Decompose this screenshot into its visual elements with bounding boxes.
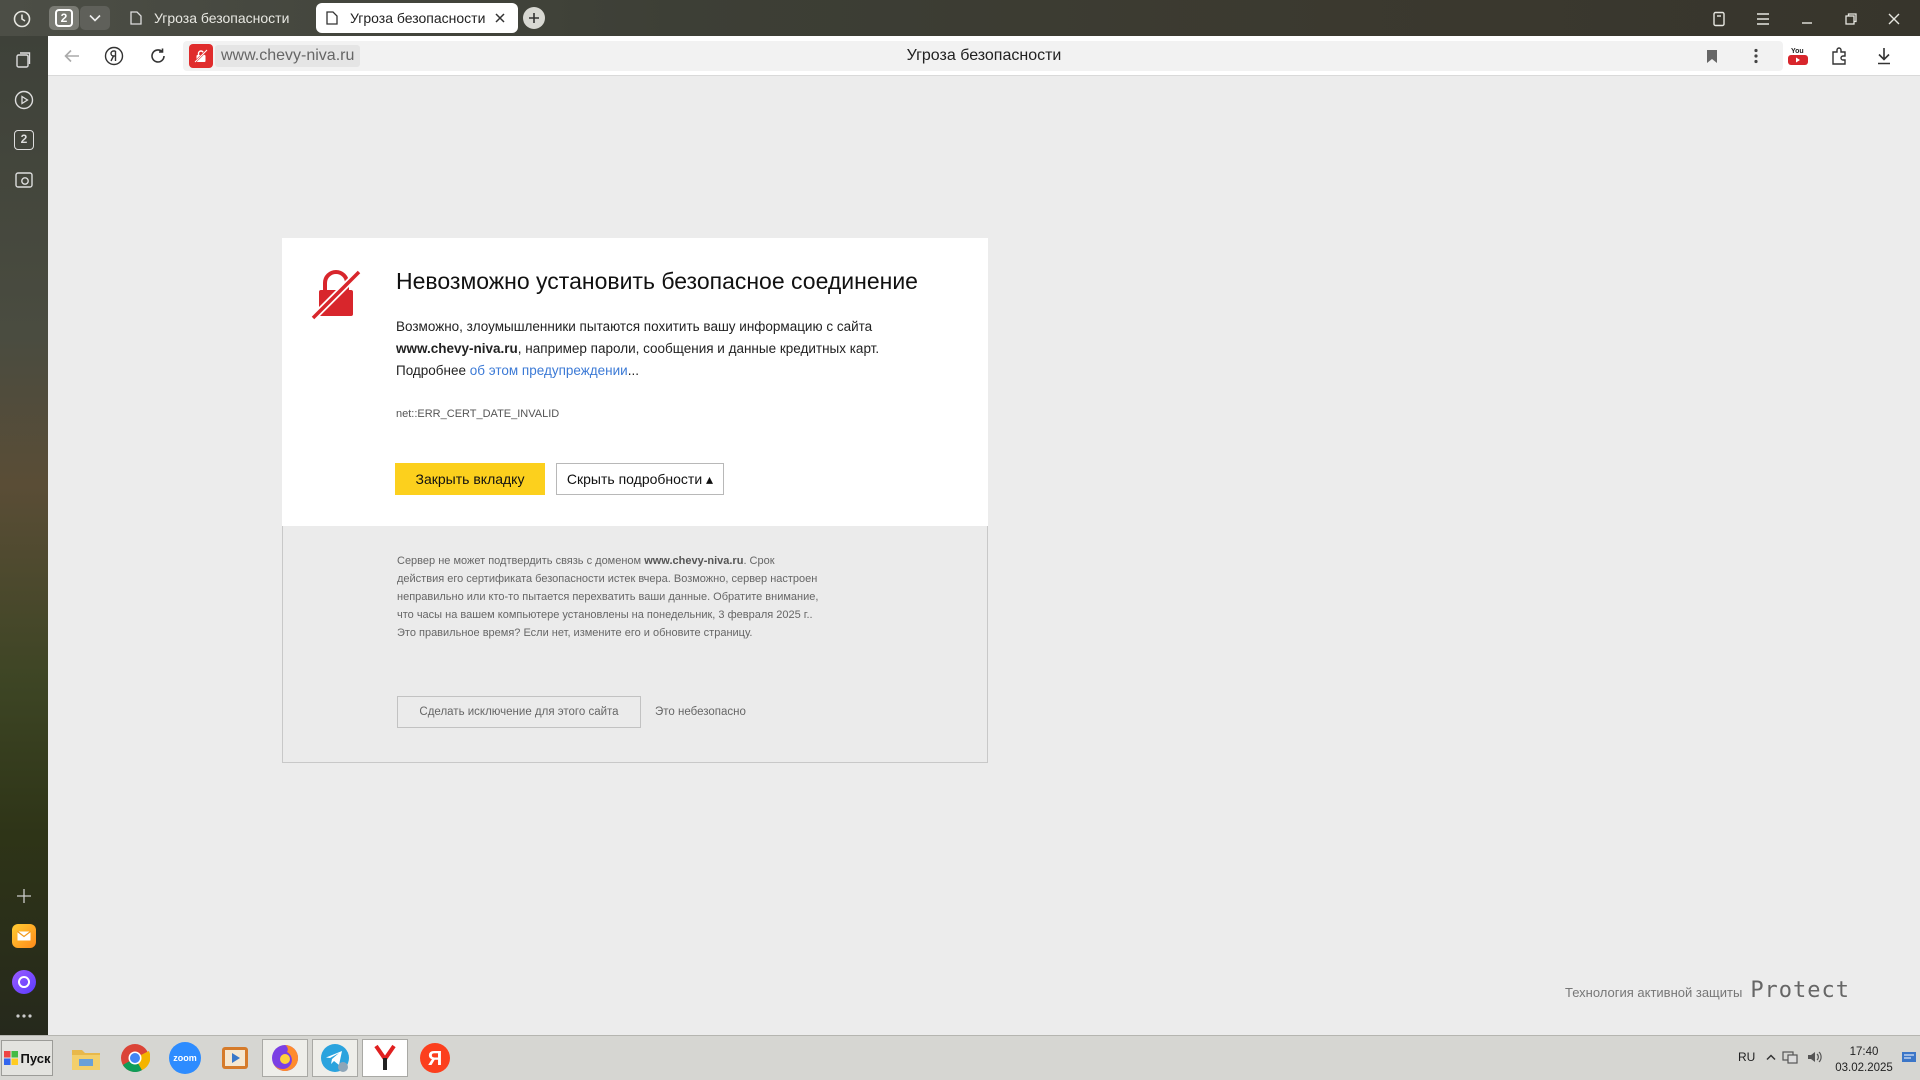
tab-count: 2 [55, 9, 73, 27]
warning-description: Возможно, злоумышленники пытаются похити… [396, 316, 956, 382]
chevron-down-icon [89, 14, 101, 22]
protect-footer: Технология активной защиты Protect [1565, 978, 1850, 1003]
page-icon [130, 11, 142, 25]
omnibox[interactable] [183, 41, 1783, 71]
protect-text: Технология активной защиты [1565, 985, 1743, 1000]
sidebar: 2 [0, 36, 48, 1035]
new-tab-button[interactable] [523, 7, 545, 29]
svg-text:You: You [1791, 48, 1804, 55]
telegram-icon[interactable] [312, 1039, 358, 1077]
windows-logo-icon [3, 1051, 18, 1065]
yandex-browser-icon[interactable] [362, 1039, 408, 1077]
back-icon[interactable] [60, 44, 84, 68]
close-window-icon[interactable] [1883, 8, 1905, 30]
zoom-label: zoom [169, 1042, 201, 1074]
extensions-icon[interactable] [1828, 44, 1852, 68]
tab-label: Угроза безопасности [350, 10, 486, 26]
history-icon[interactable] [11, 8, 33, 30]
menu-icon[interactable] [1752, 8, 1774, 30]
close-tab-button[interactable]: Закрыть вкладку [395, 463, 545, 495]
yandex-icon[interactable]: Я [412, 1039, 458, 1077]
unsafe-note: Это небезопасно [655, 706, 746, 718]
error-code: net::ERR_CERT_DATE_INVALID [396, 408, 560, 420]
start-button[interactable]: Пуск [1, 1040, 53, 1076]
more-suffix: ... [627, 363, 639, 378]
mail-icon[interactable] [12, 924, 36, 948]
collections-icon[interactable] [1708, 8, 1730, 30]
tab-count-button[interactable]: 2 [49, 6, 79, 30]
close-tab-icon[interactable] [492, 10, 508, 26]
tray-expand-icon[interactable] [1764, 1049, 1778, 1065]
details-domain: www.chevy-niva.ru [644, 555, 744, 567]
protect-logo: Protect [1750, 978, 1851, 1003]
broken-lock-icon [311, 268, 363, 320]
clock[interactable]: 17:40 03.02.2025 [1833, 1044, 1895, 1076]
learn-more-link[interactable]: об этом предупреждении [470, 363, 628, 378]
svg-text:Я: Я [428, 1048, 442, 1070]
taskbar: Пуск zoom Я RU 17:40 03.02.2025 [0, 1035, 1920, 1080]
url-text[interactable]: www.chevy-niva.ru [215, 45, 361, 67]
add-panel-icon[interactable] [12, 884, 36, 908]
details-text: Сервер не может подтвердить связь с доме… [397, 552, 822, 642]
tab-bar: 2 Угроза безопасности Угроза безопасност… [0, 0, 1920, 36]
yandex-home-icon[interactable] [102, 44, 126, 68]
tab-inactive[interactable]: Угроза безопасности [120, 3, 310, 33]
plus-icon [529, 13, 539, 23]
alice-icon[interactable] [12, 970, 36, 994]
page-icon [326, 11, 338, 25]
notification-icon[interactable] [1900, 1048, 1918, 1066]
clock-date: 03.02.2025 [1835, 1062, 1893, 1074]
desc-text-2: , например пароли, сообщения и данные кр… [517, 341, 880, 356]
tab-list-button[interactable] [80, 6, 110, 30]
details-text-2: . Срок действия его сертификата безопасн… [397, 555, 819, 639]
site-name: www.chevy-niva.ru [396, 341, 518, 356]
warning-card: Невозможно установить безопасное соедине… [282, 238, 988, 526]
file-explorer-icon[interactable] [63, 1039, 109, 1077]
chrome-icon[interactable] [112, 1039, 158, 1077]
insecure-lock-icon[interactable] [189, 44, 213, 68]
more-prefix: Подробнее [396, 363, 470, 378]
more-icon[interactable] [12, 1004, 36, 1028]
download-icon[interactable] [1872, 44, 1896, 68]
address-bar: www.chevy-niva.ru Угроза безопасности Yo… [48, 36, 1920, 76]
firefox-icon[interactable] [262, 1039, 308, 1077]
warning-title: Невозможно установить безопасное соедине… [396, 268, 918, 294]
clock-time: 17:40 [1849, 1046, 1879, 1058]
youtube-extension-icon[interactable]: You [1784, 44, 1812, 68]
add-exception-button[interactable]: Сделать исключение для этого сайта [397, 696, 641, 728]
details-text-1: Сервер не может подтвердить связь с доме… [397, 555, 645, 567]
desc-text: Возможно, злоумышленники пытаются похити… [396, 319, 873, 334]
restore-icon[interactable] [1840, 8, 1862, 30]
screenshot-icon[interactable] [12, 168, 36, 192]
play-icon[interactable] [12, 88, 36, 112]
bookmark-icon[interactable] [1700, 44, 1724, 68]
hide-details-button[interactable]: Скрыть подробности ▴ [556, 463, 724, 495]
reload-icon[interactable] [146, 44, 170, 68]
volume-icon[interactable] [1805, 1048, 1823, 1066]
media-player-icon[interactable] [212, 1039, 258, 1077]
collections-icon[interactable] [12, 48, 36, 72]
tab-active[interactable]: Угроза безопасности [316, 3, 518, 33]
minimize-icon[interactable] [1796, 8, 1818, 30]
details-panel: Сервер не может подтвердить связь с доме… [282, 526, 988, 763]
tabs-counter-label: 2 [14, 130, 34, 150]
tabs-counter-icon[interactable]: 2 [12, 128, 36, 152]
kebab-menu-icon[interactable] [1744, 44, 1768, 68]
zoom-icon[interactable]: zoom [162, 1039, 208, 1077]
tab-label: Угроза безопасности [154, 10, 290, 26]
start-label: Пуск [20, 1050, 51, 1066]
language-indicator[interactable]: RU [1738, 1050, 1755, 1064]
network-icon[interactable] [1781, 1048, 1799, 1066]
